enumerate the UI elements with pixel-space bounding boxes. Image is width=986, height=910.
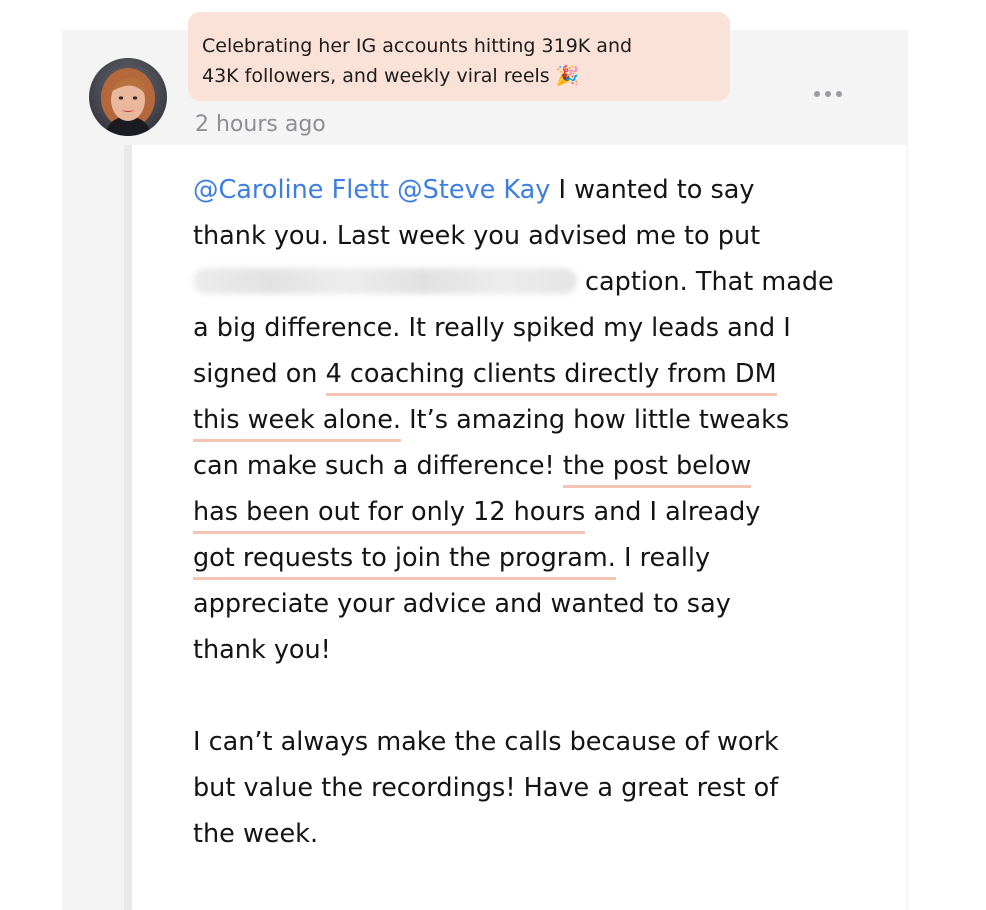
highlighted-text: this week alone.: [193, 405, 402, 442]
post-line: I can’t always make the calls because of…: [193, 727, 779, 757]
post-line: signed on 4 coaching clients directly fr…: [193, 351, 873, 397]
avatar[interactable]: [89, 58, 167, 136]
thread-line: [124, 145, 132, 910]
post-line: thank you!: [193, 635, 331, 665]
post-text: signed on: [193, 359, 326, 389]
post-line: a big difference. It really spiked my le…: [193, 313, 791, 343]
post-line: can make such a difference! the post bel…: [193, 443, 873, 489]
post-line: this week alone. It’s amazing how little…: [193, 397, 873, 443]
post-text: It’s amazing how little tweaks: [401, 405, 790, 435]
post-line: has been out for only 12 hours and I alr…: [193, 489, 873, 535]
highlighted-text: the post below: [562, 451, 752, 488]
post-text: caption. That made: [585, 267, 834, 297]
post-text: and I already: [585, 497, 761, 527]
more-horizontal-icon: [825, 91, 831, 97]
post-text: I really: [615, 543, 711, 573]
more-options-button[interactable]: [808, 82, 848, 106]
banner-line-2: 43K followers, and weekly viral reels 🎉: [202, 65, 580, 87]
highlight-banner: Celebrating her IG accounts hitting 319K…: [188, 12, 730, 101]
more-horizontal-icon: [814, 91, 820, 97]
post-line: @Caroline Flett @Steve Kay I wanted to s…: [193, 167, 873, 213]
post-line: got requests to join the program. I real…: [193, 535, 873, 581]
post-line: appreciate your advice and wanted to say: [193, 589, 731, 619]
mention-caroline-flett[interactable]: @Caroline Flett: [193, 175, 389, 205]
banner-line-1: Celebrating her IG accounts hitting 319K…: [202, 35, 633, 57]
post-text: I wanted to say: [550, 175, 755, 205]
highlighted-text: 4 coaching clients directly from DM: [325, 359, 777, 396]
blurred-text-redaction: [193, 268, 577, 294]
more-horizontal-icon: [836, 91, 842, 97]
post-body: @Caroline Flett @Steve Kay I wanted to s…: [193, 167, 873, 857]
post-line: but value the recordings! Have a great r…: [193, 773, 779, 803]
post-line: caption. That made: [193, 259, 873, 305]
mention-steve-kay[interactable]: @Steve Kay: [397, 175, 550, 205]
highlighted-text: got requests to join the program.: [193, 543, 616, 580]
highlighted-text: has been out for only 12 hours: [193, 497, 586, 534]
user-avatar-image: [89, 58, 167, 136]
post-text: can make such a difference!: [193, 451, 563, 481]
post-timestamp: 2 hours ago: [195, 112, 326, 137]
post-line: the week.: [193, 819, 319, 849]
post-line: thank you. Last week you advised me to p…: [193, 221, 761, 251]
